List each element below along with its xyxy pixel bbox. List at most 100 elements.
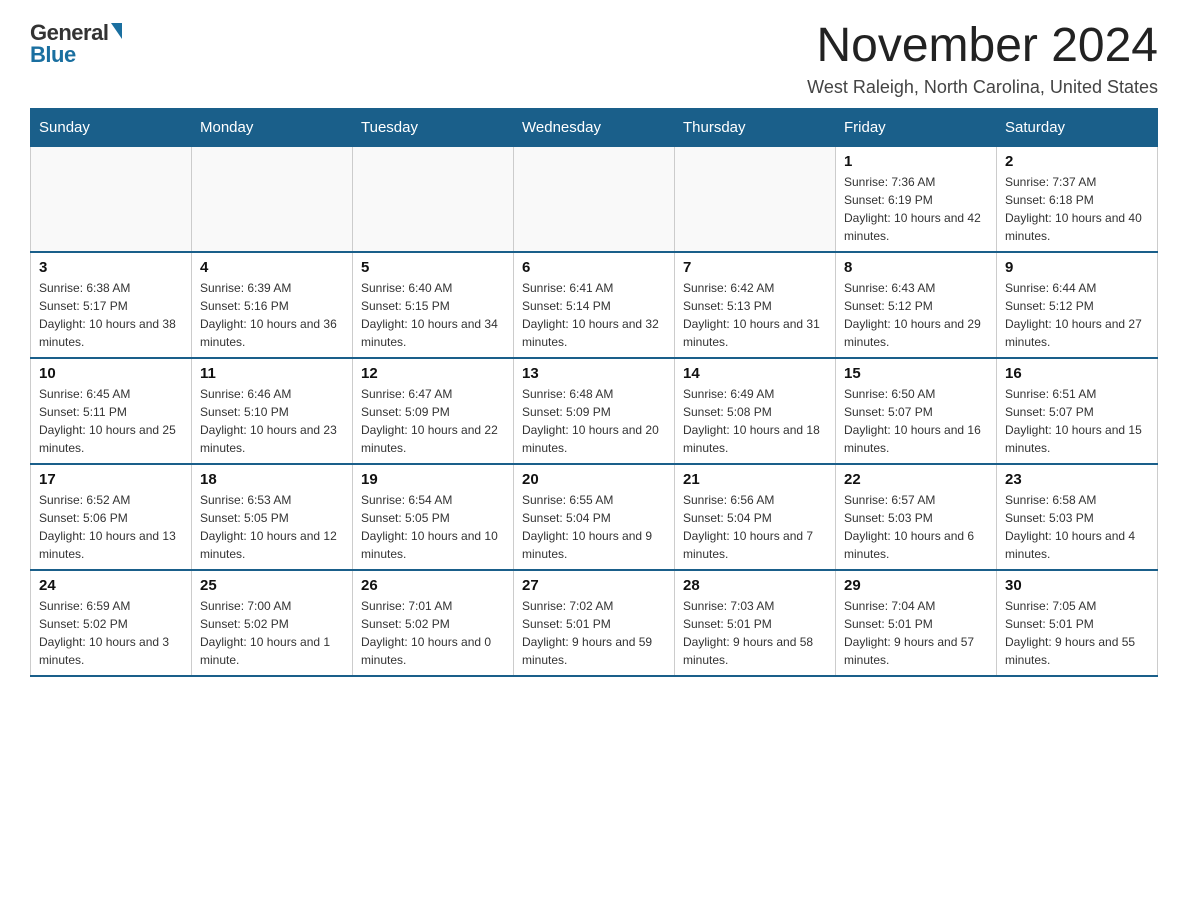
week-row-2: 3Sunrise: 6:38 AMSunset: 5:17 PMDaylight…	[31, 252, 1158, 358]
day-info: Sunrise: 6:42 AMSunset: 5:13 PMDaylight:…	[683, 279, 827, 351]
day-info: Sunrise: 6:39 AMSunset: 5:16 PMDaylight:…	[200, 279, 344, 351]
header-day-thursday: Thursday	[675, 108, 836, 146]
day-info: Sunrise: 7:02 AMSunset: 5:01 PMDaylight:…	[522, 597, 666, 669]
logo: General Blue	[30, 20, 122, 68]
day-number: 16	[1005, 365, 1149, 382]
month-title: November 2024	[807, 20, 1158, 73]
day-number: 20	[522, 471, 666, 488]
day-info: Sunrise: 6:47 AMSunset: 5:09 PMDaylight:…	[361, 385, 505, 457]
header-day-friday: Friday	[836, 108, 997, 146]
day-info: Sunrise: 6:51 AMSunset: 5:07 PMDaylight:…	[1005, 385, 1149, 457]
day-info: Sunrise: 6:40 AMSunset: 5:15 PMDaylight:…	[361, 279, 505, 351]
day-info: Sunrise: 7:00 AMSunset: 5:02 PMDaylight:…	[200, 597, 344, 669]
day-number: 2	[1005, 153, 1149, 170]
calendar-cell: 14Sunrise: 6:49 AMSunset: 5:08 PMDayligh…	[675, 358, 836, 464]
day-info: Sunrise: 6:48 AMSunset: 5:09 PMDaylight:…	[522, 385, 666, 457]
day-info: Sunrise: 7:01 AMSunset: 5:02 PMDaylight:…	[361, 597, 505, 669]
calendar-cell: 1 Sunrise: 7:36 AMSunset: 6:19 PMDaylight…	[836, 146, 997, 252]
day-info: Sunrise: 6:41 AMSunset: 5:14 PMDaylight:…	[522, 279, 666, 351]
calendar-cell	[353, 146, 514, 252]
calendar-cell: 5 Sunrise: 6:40 AMSunset: 5:15 PMDaylight…	[353, 252, 514, 358]
calendar-cell: 15 Sunrise: 6:50 AMSunset: 5:07 PMDayligh…	[836, 358, 997, 464]
day-info: Sunrise: 6:59 AMSunset: 5:02 PMDaylight:…	[39, 597, 183, 669]
day-number: 26	[361, 577, 505, 594]
calendar-cell: 10Sunrise: 6:45 AMSunset: 5:11 PMDayligh…	[31, 358, 192, 464]
day-number: 22	[844, 471, 988, 488]
calendar-cell: 24 Sunrise: 6:59 AMSunset: 5:02 PMDayligh…	[31, 570, 192, 676]
day-number: 21	[683, 471, 827, 488]
calendar-cell: 21 Sunrise: 6:56 AMSunset: 5:04 PMDayligh…	[675, 464, 836, 570]
day-info: Sunrise: 6:54 AMSunset: 5:05 PMDaylight:…	[361, 491, 505, 563]
day-number: 8	[844, 259, 988, 276]
day-number: 12	[361, 365, 505, 382]
day-number: 14	[683, 365, 827, 382]
day-info: Sunrise: 6:46 AMSunset: 5:10 PMDaylight:…	[200, 385, 344, 457]
day-number: 17	[39, 471, 183, 488]
day-number: 30	[1005, 577, 1149, 594]
calendar-cell: 12 Sunrise: 6:47 AMSunset: 5:09 PMDayligh…	[353, 358, 514, 464]
day-info: Sunrise: 6:50 AMSunset: 5:07 PMDaylight:…	[844, 385, 988, 457]
calendar-header: SundayMondayTuesdayWednesdayThursdayFrid…	[31, 108, 1158, 146]
day-info: Sunrise: 6:57 AMSunset: 5:03 PMDaylight:…	[844, 491, 988, 563]
day-number: 25	[200, 577, 344, 594]
title-area: November 2024 West Raleigh, North Caroli…	[807, 20, 1158, 98]
calendar-cell: 13 Sunrise: 6:48 AMSunset: 5:09 PMDayligh…	[514, 358, 675, 464]
day-info: Sunrise: 6:44 AMSunset: 5:12 PMDaylight:…	[1005, 279, 1149, 351]
day-number: 23	[1005, 471, 1149, 488]
day-number: 27	[522, 577, 666, 594]
day-info: Sunrise: 7:04 AMSunset: 5:01 PMDaylight:…	[844, 597, 988, 669]
calendar-cell: 22 Sunrise: 6:57 AMSunset: 5:03 PMDayligh…	[836, 464, 997, 570]
header-day-sunday: Sunday	[31, 108, 192, 146]
logo-blue-text: Blue	[30, 42, 76, 68]
header: General Blue November 2024 West Raleigh,…	[30, 20, 1158, 98]
day-info: Sunrise: 6:56 AMSunset: 5:04 PMDaylight:…	[683, 491, 827, 563]
calendar-table: SundayMondayTuesdayWednesdayThursdayFrid…	[30, 108, 1158, 677]
calendar-cell: 30Sunrise: 7:05 AMSunset: 5:01 PMDayligh…	[997, 570, 1158, 676]
calendar-cell: 28 Sunrise: 7:03 AMSunset: 5:01 PMDayligh…	[675, 570, 836, 676]
header-row: SundayMondayTuesdayWednesdayThursdayFrid…	[31, 108, 1158, 146]
calendar-cell: 27 Sunrise: 7:02 AMSunset: 5:01 PMDayligh…	[514, 570, 675, 676]
day-info: Sunrise: 6:38 AMSunset: 5:17 PMDaylight:…	[39, 279, 183, 351]
day-number: 15	[844, 365, 988, 382]
calendar-cell: 29 Sunrise: 7:04 AMSunset: 5:01 PMDayligh…	[836, 570, 997, 676]
calendar-cell: 25 Sunrise: 7:00 AMSunset: 5:02 PMDayligh…	[192, 570, 353, 676]
calendar-cell: 17 Sunrise: 6:52 AMSunset: 5:06 PMDayligh…	[31, 464, 192, 570]
week-row-1: 1 Sunrise: 7:36 AMSunset: 6:19 PMDaylight…	[31, 146, 1158, 252]
day-info: Sunrise: 7:03 AMSunset: 5:01 PMDaylight:…	[683, 597, 827, 669]
day-number: 13	[522, 365, 666, 382]
calendar-body: 1 Sunrise: 7:36 AMSunset: 6:19 PMDaylight…	[31, 146, 1158, 676]
calendar-cell: 8 Sunrise: 6:43 AMSunset: 5:12 PMDaylight…	[836, 252, 997, 358]
week-row-4: 17 Sunrise: 6:52 AMSunset: 5:06 PMDayligh…	[31, 464, 1158, 570]
calendar-cell: 11 Sunrise: 6:46 AMSunset: 5:10 PMDayligh…	[192, 358, 353, 464]
day-info: Sunrise: 6:53 AMSunset: 5:05 PMDaylight:…	[200, 491, 344, 563]
calendar-cell	[675, 146, 836, 252]
week-row-3: 10Sunrise: 6:45 AMSunset: 5:11 PMDayligh…	[31, 358, 1158, 464]
day-info: Sunrise: 7:37 AMSunset: 6:18 PMDaylight:…	[1005, 173, 1149, 245]
day-number: 11	[200, 365, 344, 382]
day-number: 28	[683, 577, 827, 594]
calendar-cell	[192, 146, 353, 252]
calendar-cell: 9Sunrise: 6:44 AMSunset: 5:12 PMDaylight…	[997, 252, 1158, 358]
header-day-tuesday: Tuesday	[353, 108, 514, 146]
day-info: Sunrise: 6:43 AMSunset: 5:12 PMDaylight:…	[844, 279, 988, 351]
calendar-cell: 4 Sunrise: 6:39 AMSunset: 5:16 PMDaylight…	[192, 252, 353, 358]
day-number: 24	[39, 577, 183, 594]
day-info: Sunrise: 6:58 AMSunset: 5:03 PMDaylight:…	[1005, 491, 1149, 563]
calendar-cell: 26 Sunrise: 7:01 AMSunset: 5:02 PMDayligh…	[353, 570, 514, 676]
day-info: Sunrise: 6:52 AMSunset: 5:06 PMDaylight:…	[39, 491, 183, 563]
day-number: 29	[844, 577, 988, 594]
header-day-saturday: Saturday	[997, 108, 1158, 146]
day-number: 5	[361, 259, 505, 276]
day-info: Sunrise: 6:55 AMSunset: 5:04 PMDaylight:…	[522, 491, 666, 563]
location-title: West Raleigh, North Carolina, United Sta…	[807, 77, 1158, 98]
day-number: 4	[200, 259, 344, 276]
day-info: Sunrise: 7:36 AMSunset: 6:19 PMDaylight:…	[844, 173, 988, 245]
day-info: Sunrise: 6:45 AMSunset: 5:11 PMDaylight:…	[39, 385, 183, 457]
calendar-cell: 3Sunrise: 6:38 AMSunset: 5:17 PMDaylight…	[31, 252, 192, 358]
day-number: 18	[200, 471, 344, 488]
week-row-5: 24 Sunrise: 6:59 AMSunset: 5:02 PMDayligh…	[31, 570, 1158, 676]
day-number: 7	[683, 259, 827, 276]
day-number: 1	[844, 153, 988, 170]
calendar-cell: 2 Sunrise: 7:37 AMSunset: 6:18 PMDaylight…	[997, 146, 1158, 252]
calendar-cell: 7 Sunrise: 6:42 AMSunset: 5:13 PMDaylight…	[675, 252, 836, 358]
